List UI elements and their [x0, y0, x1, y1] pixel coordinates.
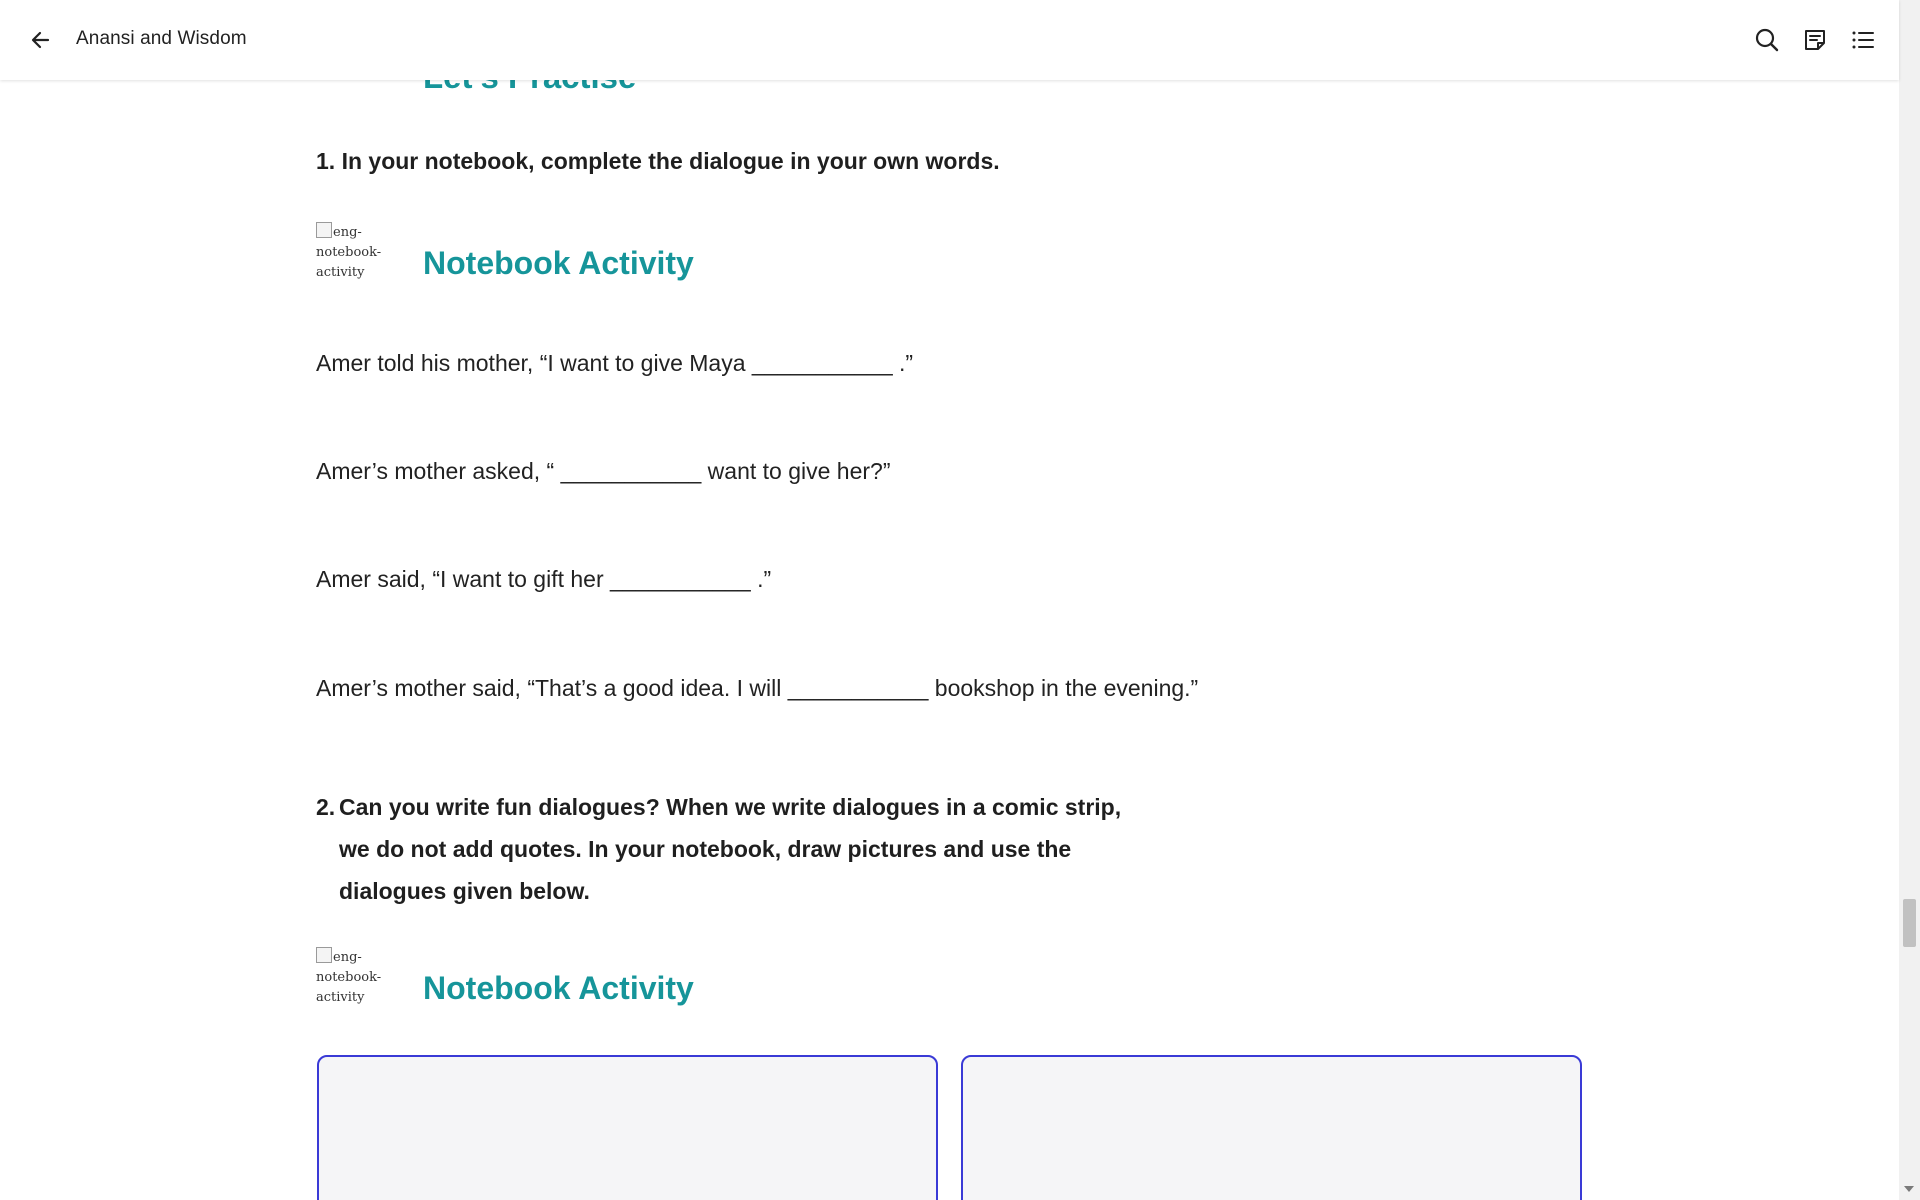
vertical-scrollbar[interactable] [1899, 0, 1920, 1200]
scroll-down-arrow-icon[interactable] [1904, 1186, 1914, 1192]
toc-list-icon [1852, 31, 1874, 49]
notes-icon [1805, 30, 1825, 50]
top-bar: Anansi and Wisdom [0, 0, 1899, 80]
question-2: 2. Can you write fun dialogues? When we … [316, 786, 1146, 912]
dialogue-line-4: Amer’s mother said, “That’s a good idea.… [316, 675, 1199, 701]
question-2-text: Can you write fun dialogues? When we wri… [339, 794, 1122, 904]
comic-panel [961, 1055, 1582, 1200]
search-icon [1755, 28, 1779, 52]
dialogue-line-3: Amer said, “I want to gift her _________… [316, 566, 772, 592]
broken-image-icon [316, 947, 332, 963]
notebook-activity-image: eng-notebook-activity [316, 947, 381, 1011]
reader-content: Let’s Practise 1. In your notebook, comp… [0, 0, 1899, 1200]
document-title: Anansi and Wisdom [76, 28, 247, 49]
notes-button[interactable] [1802, 27, 1828, 53]
search-button[interactable] [1754, 27, 1780, 53]
broken-image-icon [316, 222, 332, 238]
dialogue-line-1: Amer told his mother, “I want to give Ma… [316, 350, 914, 376]
table-of-contents-button[interactable] [1850, 27, 1876, 53]
dialogue-line-2: Amer’s mother asked, “ ___________ want … [316, 458, 891, 484]
notebook-activity-title: Notebook Activity [423, 970, 694, 1006]
scrollbar-thumb[interactable] [1903, 899, 1916, 947]
notebook-activity-title: Notebook Activity [423, 245, 694, 281]
back-button[interactable] [26, 27, 56, 53]
comic-panel [317, 1055, 938, 1200]
question-2-number: 2. [316, 794, 336, 820]
notebook-activity-image: eng-notebook-activity [316, 222, 381, 286]
back-arrow-icon [31, 31, 50, 49]
question-1: 1. In your notebook, complete the dialog… [316, 148, 1000, 174]
